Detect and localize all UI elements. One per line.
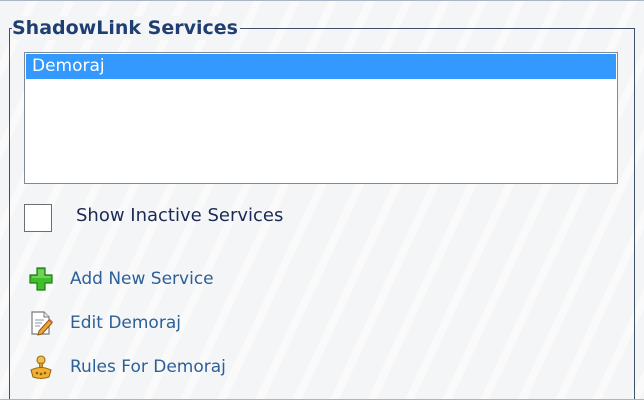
edit-document-icon — [28, 310, 54, 336]
panel-title: ShadowLink Services — [12, 16, 240, 40]
show-inactive-label[interactable]: Show Inactive Services — [76, 203, 283, 229]
list-item[interactable]: Demoraj — [26, 54, 616, 79]
show-inactive-checkbox[interactable] — [24, 204, 52, 232]
rules-label: Rules For Demoraj — [70, 357, 226, 377]
services-listbox[interactable]: Demoraj — [24, 52, 618, 184]
services-panel: ShadowLink Services Demoraj Show Inactiv… — [0, 0, 644, 400]
top-divider — [0, 0, 644, 1]
edit-service-label: Edit Demoraj — [70, 313, 181, 333]
rules-icon — [28, 354, 54, 380]
plus-icon — [28, 266, 54, 292]
add-new-service-label: Add New Service — [70, 269, 214, 289]
